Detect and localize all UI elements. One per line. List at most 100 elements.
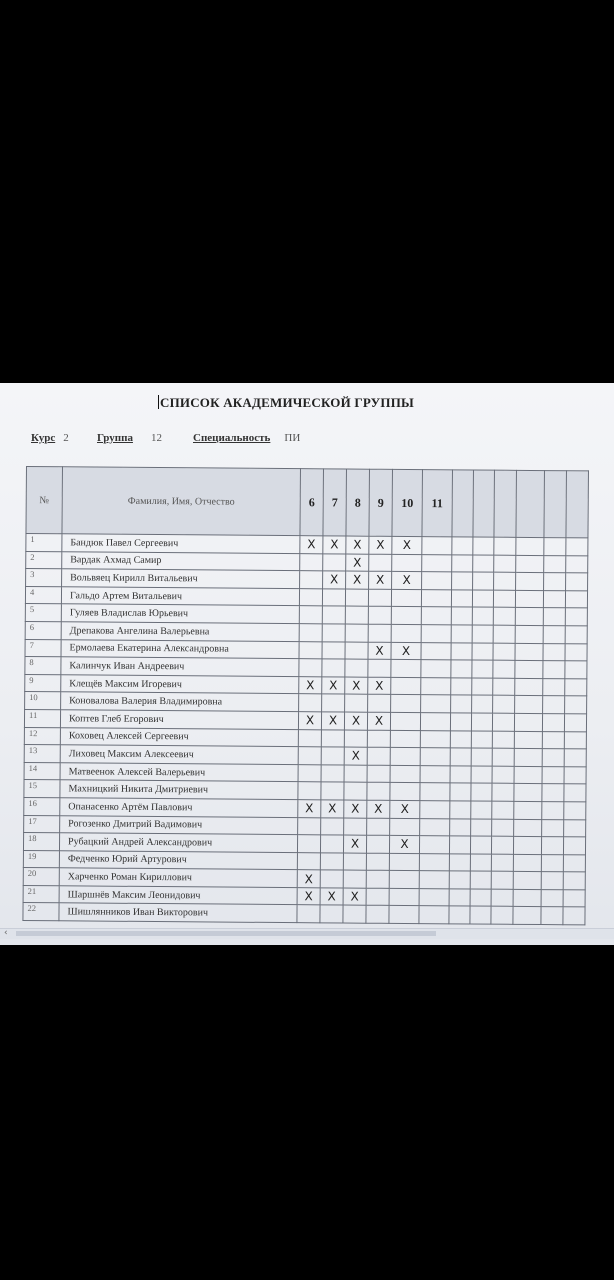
empty-cell	[299, 623, 323, 642]
empty-cell	[321, 746, 345, 765]
empty-cell	[420, 642, 452, 661]
row-number: 21	[23, 885, 60, 904]
attendance-mark: X	[389, 835, 420, 854]
empty-cell	[490, 906, 514, 925]
student-name: Махницкий Никита Дмитриевич	[59, 780, 299, 800]
horizontal-scrollbar[interactable]: ‹	[0, 928, 614, 939]
empty-cell	[543, 572, 566, 591]
empty-cell	[564, 713, 587, 732]
empty-cell	[299, 588, 323, 607]
empty-cell	[344, 641, 369, 660]
empty-cell	[299, 606, 323, 624]
empty-cell	[420, 747, 451, 766]
empty-cell	[297, 834, 321, 853]
empty-cell	[390, 747, 421, 766]
column-header-2: 7	[322, 468, 347, 537]
empty-cell	[542, 713, 565, 732]
empty-cell	[298, 641, 323, 659]
empty-cell	[513, 783, 543, 802]
empty-cell	[421, 606, 452, 625]
student-name: Калинчук Иван Андреевич	[60, 656, 299, 677]
student-name: Гуляев Владислав Юрьевич	[61, 604, 300, 624]
empty-cell	[562, 907, 586, 925]
empty-cell	[320, 834, 344, 853]
empty-cell	[493, 572, 516, 591]
table-row: 22 Шишлянников Иван Викторович	[22, 902, 586, 925]
empty-cell	[451, 607, 473, 625]
empty-cell	[471, 730, 493, 749]
empty-cell	[344, 694, 368, 713]
group-value: 12	[150, 432, 162, 444]
empty-cell	[367, 694, 391, 713]
empty-cell	[420, 659, 451, 678]
empty-cell	[421, 624, 452, 643]
empty-cell	[451, 589, 473, 608]
empty-cell	[470, 818, 492, 837]
attendance-mark: X	[321, 711, 345, 730]
empty-cell	[471, 677, 493, 696]
column-header-3: 8	[345, 469, 370, 537]
attendance-mark: X	[344, 711, 368, 730]
empty-cell	[543, 590, 566, 609]
column-header-8	[472, 470, 495, 538]
empty-cell	[449, 835, 471, 854]
attendance-mark: X	[368, 536, 392, 554]
empty-cell	[322, 553, 346, 572]
row-number: 9	[24, 674, 61, 693]
empty-cell	[491, 889, 514, 907]
empty-cell	[391, 553, 422, 572]
attendance-mark: X	[345, 536, 369, 554]
empty-cell	[343, 817, 367, 836]
empty-cell	[368, 606, 392, 625]
scroll-left-arrow-icon[interactable]: ‹	[4, 928, 8, 938]
empty-cell	[492, 765, 515, 784]
empty-cell	[321, 694, 345, 712]
empty-cell	[513, 854, 542, 872]
empty-cell	[321, 658, 345, 677]
attendance-mark: X	[344, 747, 368, 765]
empty-cell	[471, 642, 494, 661]
row-number: 12	[24, 727, 61, 745]
empty-cell	[543, 625, 566, 644]
empty-cell	[390, 694, 421, 713]
empty-cell	[449, 871, 471, 889]
empty-cell	[366, 852, 390, 871]
empty-cell	[493, 554, 516, 573]
student-name: Коновалова Валерия Владимировна	[60, 692, 299, 712]
attendance-mark: X	[343, 887, 367, 906]
empty-cell	[563, 854, 586, 873]
empty-cell	[469, 906, 492, 925]
student-name: Опанасенко Артём Павлович	[59, 797, 298, 818]
row-number: 15	[23, 779, 61, 798]
scrollbar-thumb[interactable]	[16, 931, 436, 936]
empty-cell	[515, 572, 544, 591]
attendance-mark: X	[322, 571, 346, 589]
student-name: Дрепакова Ангелина Валерьевна	[61, 621, 300, 642]
empty-cell	[365, 905, 390, 924]
table-header-row: № Фамилия, Имя, Отчество 6 7 8 9 10 11	[25, 466, 589, 538]
empty-cell	[449, 818, 471, 837]
empty-cell	[515, 607, 544, 626]
column-header-6: 11	[421, 469, 453, 537]
empty-cell	[388, 905, 420, 924]
empty-cell	[345, 606, 369, 625]
empty-cell	[493, 625, 516, 643]
empty-cell	[565, 572, 588, 591]
empty-cell	[542, 678, 565, 697]
empty-cell	[389, 817, 420, 836]
empty-cell	[420, 730, 451, 748]
empty-cell	[472, 537, 494, 555]
group-list-table: № Фамилия, Имя, Отчество 6 7 8 9 10 11 1 Бандю…	[22, 466, 589, 925]
empty-cell	[513, 801, 542, 820]
attendance-mark: X	[390, 641, 422, 660]
name-column-header: Фамилия, Имя, Отчество	[61, 466, 301, 536]
empty-cell	[366, 870, 390, 889]
empty-cell	[367, 729, 391, 748]
empty-cell	[471, 765, 493, 784]
student-name: Ермолаева Екатерина Александровна	[61, 639, 300, 659]
course-value: 2	[63, 432, 69, 444]
empty-cell	[390, 765, 421, 783]
empty-cell	[564, 766, 587, 785]
row-number: 17	[23, 814, 60, 833]
empty-cell	[421, 589, 452, 608]
